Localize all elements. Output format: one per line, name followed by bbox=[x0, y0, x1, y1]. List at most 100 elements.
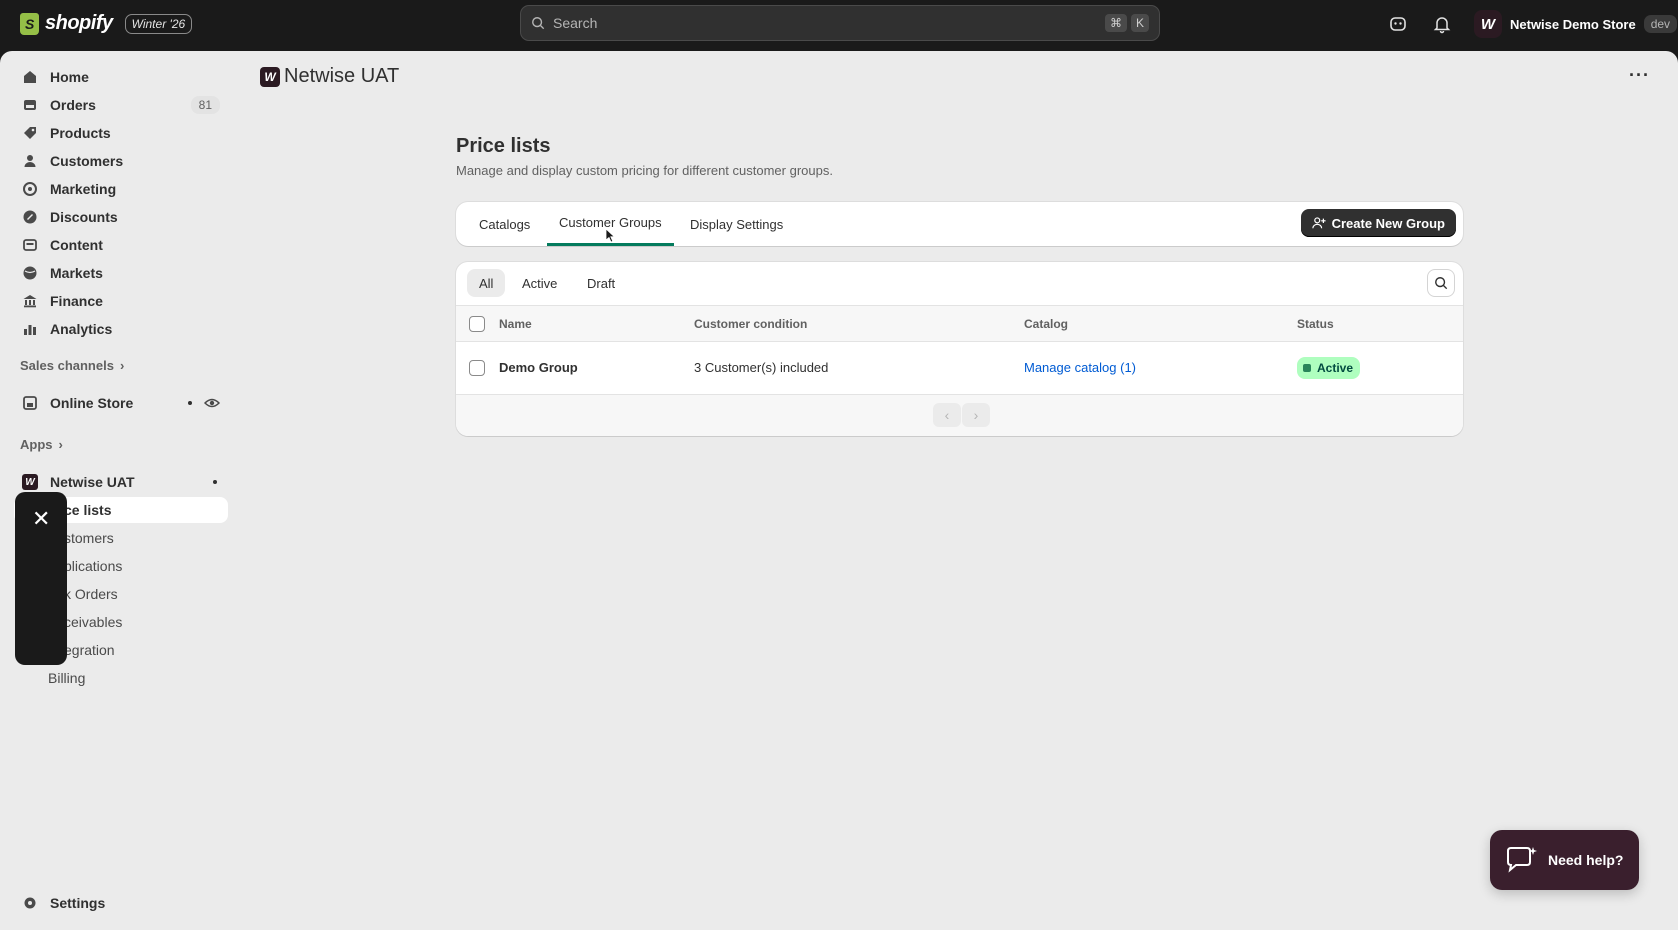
globe-icon bbox=[23, 266, 37, 280]
discount-icon bbox=[23, 210, 37, 224]
sales-channels-heading[interactable]: Sales channels › bbox=[20, 358, 124, 373]
more-options-icon[interactable]: ··· bbox=[1629, 65, 1650, 86]
sidebar-item-label: Marketing bbox=[50, 181, 117, 197]
status-label: Active bbox=[1317, 361, 1354, 375]
sidebar-item-label: Settings bbox=[50, 895, 106, 911]
sidebar-item-customers[interactable]: Customers bbox=[14, 148, 228, 174]
app-dot bbox=[213, 480, 217, 484]
select-all-checkbox[interactable] bbox=[469, 316, 485, 332]
app-title: Netwise UAT bbox=[284, 65, 400, 87]
app-logo-icon: W bbox=[260, 66, 280, 87]
app-header: W Netwise UAT bbox=[260, 65, 399, 88]
table-search-button[interactable] bbox=[1427, 269, 1455, 297]
home-icon bbox=[24, 71, 36, 83]
tag-icon bbox=[24, 127, 36, 139]
subitem-label: ceivables bbox=[64, 614, 123, 630]
status-dot-icon bbox=[1303, 364, 1311, 372]
sidebar-item-products[interactable]: Products bbox=[14, 120, 228, 146]
column-header-status: Status bbox=[1297, 317, 1334, 331]
filter-all[interactable]: All bbox=[467, 269, 506, 297]
sidebar-item-label: Home bbox=[50, 69, 89, 85]
sidebar-item-home[interactable]: Home bbox=[14, 64, 228, 90]
sidebar-subitem-billing[interactable]: Billing bbox=[14, 665, 228, 691]
sidebar-item-label: Orders bbox=[50, 97, 96, 113]
sidekick-icon[interactable] bbox=[1388, 14, 1408, 34]
top-bar: shopify Winter '26 Search ⌘ K W Netwise … bbox=[0, 0, 1678, 51]
shopify-bag-icon bbox=[20, 12, 39, 35]
filter-active[interactable]: Active bbox=[510, 269, 569, 297]
search-placeholder: Search bbox=[553, 15, 598, 31]
table-row[interactable]: Demo Group 3 Customer(s) included Manage… bbox=[456, 342, 1463, 395]
sidebar-item-analytics[interactable]: Analytics bbox=[14, 316, 228, 342]
store-icon bbox=[23, 396, 37, 410]
shortcut-cmd-key: ⌘ bbox=[1104, 14, 1127, 32]
sidebar: Home Orders 81 Products Customers Market… bbox=[0, 51, 236, 930]
edition-badge: Winter '26 bbox=[124, 13, 193, 34]
sidebar-item-orders[interactable]: Orders 81 bbox=[14, 92, 228, 118]
group-name[interactable]: Demo Group bbox=[499, 360, 578, 375]
subitem-label: stomers bbox=[64, 530, 114, 546]
store-menu[interactable]: W Netwise Demo Store dev bbox=[1474, 10, 1678, 38]
brand-name: shopify bbox=[45, 12, 113, 34]
chart-icon bbox=[24, 325, 36, 335]
chevron-right-icon: › bbox=[58, 437, 63, 452]
bell-icon[interactable] bbox=[1432, 14, 1452, 34]
next-page-button[interactable]: › bbox=[962, 403, 990, 427]
shopify-logo[interactable]: shopify Winter '26 bbox=[20, 12, 193, 35]
sidebar-item-label: Online Store bbox=[50, 395, 134, 411]
netwise-app-icon: W bbox=[22, 474, 38, 490]
sidebar-item-label: Finance bbox=[50, 293, 103, 309]
sidebar-item-finance[interactable]: Finance bbox=[14, 288, 228, 314]
chevron-left-icon: ‹ bbox=[944, 407, 950, 423]
need-help-button[interactable]: Need help? bbox=[1490, 830, 1639, 890]
unsaved-dot bbox=[188, 401, 192, 405]
help-label: Need help? bbox=[1548, 852, 1624, 868]
manage-catalog-link[interactable]: Manage catalog (1) bbox=[1024, 360, 1136, 375]
floating-toolbar-overlay: ✕ bbox=[15, 492, 67, 665]
sidebar-item-marketing[interactable]: Marketing bbox=[14, 176, 228, 202]
bank-icon bbox=[23, 295, 37, 308]
customer-condition: 3 Customer(s) included bbox=[694, 360, 829, 375]
eye-icon[interactable] bbox=[204, 395, 220, 411]
chevron-right-icon: › bbox=[973, 407, 979, 423]
subitem-label: ce lists bbox=[64, 502, 112, 518]
tab-display-settings[interactable]: Display Settings bbox=[678, 202, 795, 246]
pagination: ‹ › bbox=[456, 395, 1463, 436]
create-button-label: Create New Group bbox=[1331, 215, 1445, 231]
previous-page-button[interactable]: ‹ bbox=[933, 403, 961, 427]
close-icon[interactable]: ✕ bbox=[32, 506, 50, 532]
create-new-group-button[interactable]: Create New Group bbox=[1300, 209, 1456, 237]
status-badge: Active bbox=[1297, 357, 1361, 379]
filter-draft[interactable]: Draft bbox=[575, 269, 627, 297]
sidebar-item-discounts[interactable]: Discounts bbox=[14, 204, 228, 230]
chevron-right-icon: › bbox=[119, 358, 125, 373]
page-description: Manage and display custom pricing for di… bbox=[456, 163, 833, 178]
sidebar-item-label: Content bbox=[50, 237, 103, 253]
sidebar-item-label: Markets bbox=[50, 265, 103, 281]
subitem-label: egration bbox=[64, 642, 115, 658]
orders-icon bbox=[24, 100, 36, 110]
sales-channels-label: Sales channels bbox=[20, 358, 114, 373]
chat-bubble-icon bbox=[1507, 847, 1537, 873]
apps-label: Apps bbox=[20, 437, 53, 452]
row-checkbox[interactable] bbox=[469, 360, 485, 376]
admin-frame: Home Orders 81 Products Customers Market… bbox=[0, 51, 1678, 930]
sidebar-item-content[interactable]: Content bbox=[14, 232, 228, 258]
apps-heading[interactable]: Apps › bbox=[20, 437, 63, 452]
subitem-label: plications bbox=[64, 558, 123, 574]
content-icon bbox=[23, 239, 37, 251]
column-header-condition: Customer condition bbox=[694, 317, 808, 331]
sidebar-item-settings[interactable]: Settings bbox=[14, 890, 228, 916]
tab-catalogs[interactable]: Catalogs bbox=[467, 202, 542, 246]
subitem-label: k Orders bbox=[64, 586, 118, 602]
orders-count-badge: 81 bbox=[190, 96, 220, 114]
subitem-label: Billing bbox=[48, 670, 86, 686]
sidebar-item-online-store[interactable]: Online Store bbox=[14, 390, 228, 416]
search-icon bbox=[532, 17, 545, 30]
column-header-name: Name bbox=[499, 317, 532, 331]
sidebar-item-label: Products bbox=[50, 125, 111, 141]
store-name: Netwise Demo Store bbox=[1510, 16, 1636, 32]
sidebar-item-label: Discounts bbox=[50, 209, 118, 225]
sidebar-item-markets[interactable]: Markets bbox=[14, 260, 228, 286]
search-input[interactable]: Search ⌘ K bbox=[520, 5, 1160, 41]
